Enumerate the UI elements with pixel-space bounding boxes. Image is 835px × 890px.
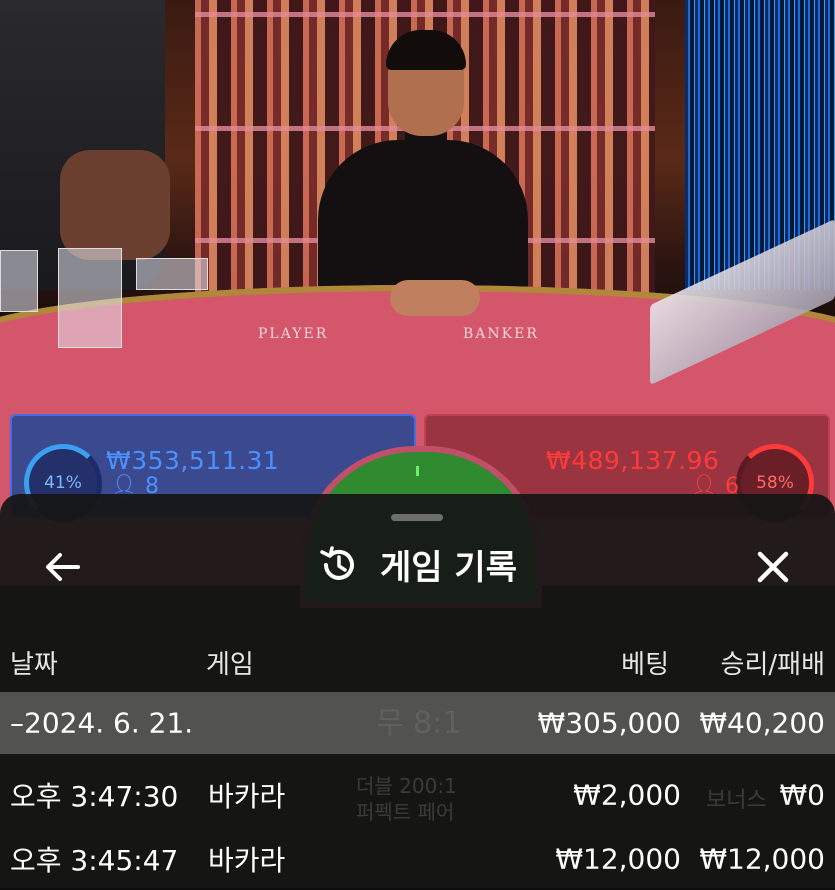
card-tray	[136, 258, 208, 290]
row-bet: ₩12,000	[555, 842, 681, 876]
date-group-row[interactable]: –2024. 6. 21. ₩305,000 ₩40,200	[0, 692, 835, 754]
sheet-drag-handle[interactable]	[391, 514, 443, 521]
sheet-header: 게임 기록	[0, 540, 835, 595]
table-banker-label: BANKER	[463, 326, 539, 342]
date-group-bet-total: ₩305,000	[537, 706, 681, 740]
column-header-bet: 베팅	[621, 650, 669, 680]
tie-indicator	[416, 466, 419, 476]
player-total-bet: ₩353,511.31	[106, 446, 280, 475]
staff-arm	[60, 150, 170, 260]
row-time: 오후 3:45:47	[10, 844, 179, 877]
backdrop-bar	[195, 12, 655, 17]
table-row[interactable]: 오후 3:47:30 바카라 ₩2,000 ₩0	[0, 764, 835, 826]
column-header-date: 날짜	[10, 650, 58, 680]
close-icon	[757, 551, 789, 583]
card-tray	[0, 250, 38, 312]
history-icon	[320, 545, 354, 580]
row-time: 오후 3:47:30	[10, 780, 179, 813]
row-game: 바카라	[208, 844, 286, 877]
date-group-label: –2024. 6. 21.	[10, 706, 194, 740]
row-game: 바카라	[208, 780, 286, 813]
row-result: ₩0	[779, 778, 826, 812]
banker-total-bet: ₩489,137.96	[546, 446, 720, 475]
page-title: 게임 기록	[380, 548, 517, 588]
date-group-result-total: ₩40,200	[699, 706, 825, 740]
table-row[interactable]: 오후 3:45:47 바카라 ₩12,000 ₩12,000	[0, 828, 835, 890]
row-bet: ₩2,000	[573, 778, 681, 812]
table-player-label: PLAYER	[258, 326, 329, 342]
column-header-result: 승리/패배	[720, 650, 825, 680]
dealer-hands	[390, 280, 480, 316]
row-result: ₩12,000	[699, 842, 825, 876]
card-tray	[58, 248, 122, 348]
close-button[interactable]	[748, 542, 798, 592]
column-header-game: 게임	[206, 650, 254, 680]
